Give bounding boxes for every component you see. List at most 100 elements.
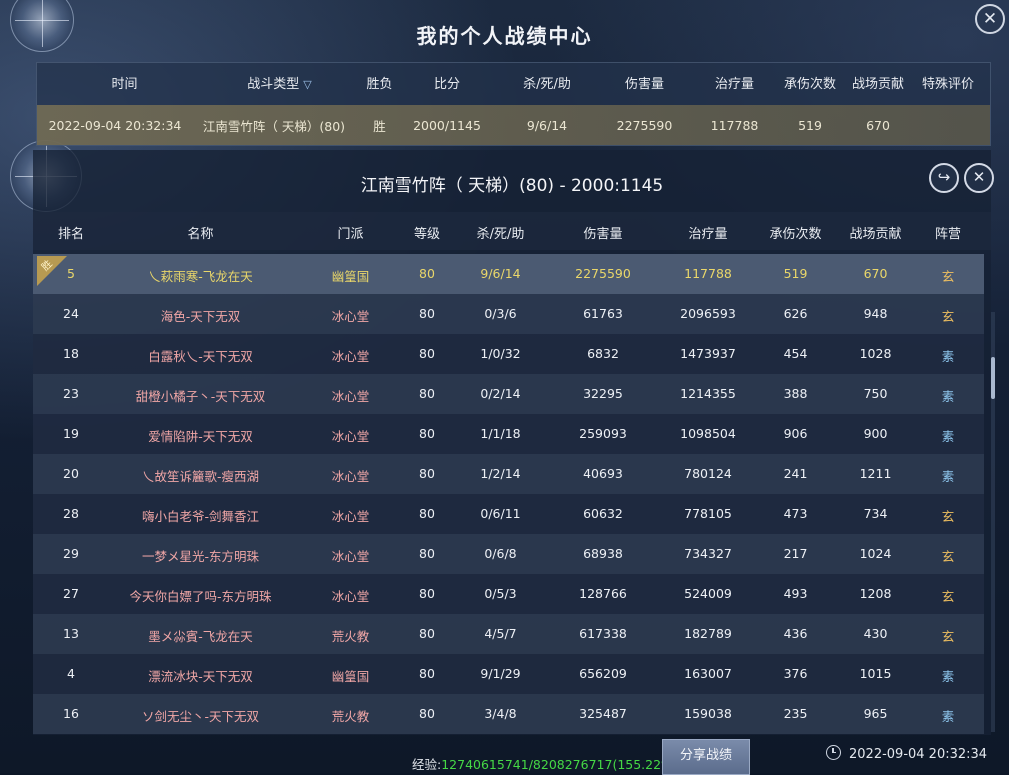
- cell-name: 乀故笙诉籭歌-瘦西湖: [141, 469, 259, 484]
- cell-damage: 40693: [583, 466, 623, 481]
- close-icon: ✕: [972, 168, 986, 186]
- cell-camp: 素: [941, 349, 955, 364]
- cell-hits: 626: [783, 306, 808, 321]
- cell-sect: 荒火教: [331, 629, 370, 644]
- col-result: 胜负: [366, 76, 393, 92]
- col-kda: 杀/死/助: [476, 227, 525, 242]
- row-score: 2000/1145: [413, 117, 481, 133]
- cell-sect: 冰心堂: [331, 549, 370, 564]
- cell-camp: 玄: [941, 589, 955, 604]
- col-name: 名称: [187, 227, 214, 242]
- cell-heal: 163007: [684, 666, 732, 681]
- col-battle-type[interactable]: 战斗类型 ▽: [232, 73, 327, 92]
- cell-camp: 玄: [941, 309, 955, 324]
- cell-rank: 4: [67, 666, 75, 681]
- history-table-header: 时间 战斗类型 ▽ 胜负 比分 杀/死/助 伤害量 治疗量 承伤次数 战场贡献 特…: [37, 63, 990, 101]
- table-row[interactable]: 20 乀故笙诉籭歌-瘦西湖 冰心堂 80 1/2/14 40693 780124 241 121…: [33, 454, 984, 494]
- cell-name: 甜橙小橘子丶-天下无双: [135, 389, 266, 404]
- col-hits-taken: 承伤次数: [783, 76, 836, 92]
- cell-contribution: 948: [863, 306, 888, 321]
- table-row[interactable]: 4 漂流冰块-天下无双 幽篁国 80 9/1/29 656209 163007 376 1015…: [33, 654, 984, 694]
- cell-rank: 29: [63, 546, 79, 561]
- chevron-down-icon: ▽: [303, 77, 312, 91]
- table-row[interactable]: 24 海色-天下无双 冰心堂 80 0/3/6 61763 2096593 626 948 玄: [33, 294, 984, 334]
- share-button-icon[interactable]: ↪: [929, 163, 959, 193]
- cell-damage: 259093: [579, 426, 627, 441]
- detail-close-button[interactable]: ✕: [964, 163, 994, 193]
- cell-kda: 0/6/8: [484, 546, 517, 561]
- share-record-button[interactable]: 分享战绩: [662, 739, 750, 775]
- cell-hits: 217: [783, 546, 808, 561]
- table-row[interactable]: 13 墨メ尛賓-飞龙在天 荒火教 80 4/5/7 617338 182789 436 430 玄: [33, 614, 984, 654]
- cell-damage: 61763: [583, 306, 623, 321]
- cell-rank: 27: [63, 586, 79, 601]
- timestamp-text: 2022-09-04 20:32:34: [849, 747, 988, 762]
- table-row[interactable]: 19 爱情陷阱-天下无双 冰心堂 80 1/1/18 259093 1098504 906 90…: [33, 414, 984, 454]
- cell-damage: 6832: [587, 346, 619, 361]
- cell-kda: 0/6/11: [480, 506, 521, 521]
- table-row[interactable]: 16 ソ剑无尘丶-天下无双 荒火教 80 3/4/8 325487 159038 235 965…: [33, 694, 984, 734]
- cell-level: 80: [419, 586, 435, 601]
- cell-name: 墨メ尛賓-飞龙在天: [148, 629, 253, 644]
- table-row[interactable]: 18 白露秋乀-天下无双 冰心堂 80 1/0/32 6832 1473937 454 1028…: [33, 334, 984, 374]
- cell-heal: 1473937: [680, 346, 736, 361]
- cell-contribution: 750: [863, 386, 888, 401]
- table-row[interactable]: 胜 5 乀萩雨寒-飞龙在天 幽篁国 80 9/6/14 2275590 117788 519 67…: [33, 254, 984, 294]
- history-table: 时间 战斗类型 ▽ 胜负 比分 杀/死/助 伤害量 治疗量 承伤次数 战场贡献 特…: [36, 62, 991, 146]
- cell-sect: 冰心堂: [331, 429, 370, 444]
- cell-damage: 32295: [583, 386, 623, 401]
- window-close-button[interactable]: ✕: [975, 4, 1005, 34]
- cell-damage: 128766: [579, 586, 627, 601]
- cell-heal: 778105: [684, 506, 732, 521]
- detail-title: 江南雪竹阵（ 天梯）(80) - 2000:1145: [360, 176, 664, 196]
- cell-camp: 素: [941, 709, 955, 724]
- cell-heal: 780124: [684, 466, 732, 481]
- history-table-row[interactable]: 2022-09-04 20:32:34 江南雪竹阵（ 天梯）(80) 胜 200…: [37, 105, 990, 145]
- table-row[interactable]: 29 一梦メ星光-东方明珠 冰心堂 80 0/6/8 68938 734327 217 1024…: [33, 534, 984, 574]
- cell-camp: 素: [941, 469, 955, 484]
- cell-damage: 617338: [579, 626, 627, 641]
- footer-timestamp: 2022-09-04 20:32:34: [826, 745, 987, 762]
- cell-heal: 2096593: [680, 306, 736, 321]
- cell-hits: 519: [783, 266, 808, 281]
- cell-level: 80: [419, 706, 435, 721]
- cell-contribution: 1211: [859, 466, 892, 481]
- cell-hits: 454: [783, 346, 808, 361]
- row-time: 2022-09-04 20:32:34: [48, 117, 182, 133]
- cell-rank: 24: [63, 306, 79, 321]
- window-title: 我的个人战绩中心: [416, 24, 593, 48]
- scrollbar-thumb[interactable]: [991, 357, 995, 399]
- cell-rank: 16: [63, 706, 79, 721]
- col-heal: 治疗量: [688, 227, 728, 242]
- share-icon: ↪: [937, 168, 951, 186]
- cell-name: 一梦メ星光-东方明珠: [141, 549, 259, 564]
- cell-hits: 388: [783, 386, 808, 401]
- cell-heal: 159038: [684, 706, 732, 721]
- cell-hits: 473: [783, 506, 808, 521]
- cell-sect: 荒火教: [331, 709, 370, 724]
- experience-label: 经验:: [412, 757, 442, 772]
- cell-heal: 734327: [684, 546, 732, 561]
- cell-kda: 1/1/18: [480, 426, 521, 441]
- cell-hits: 906: [783, 426, 808, 441]
- cell-name: 乀萩雨寒-飞龙在天: [148, 269, 253, 284]
- col-damage: 伤害量: [583, 227, 623, 242]
- col-damage: 伤害量: [624, 76, 664, 92]
- cell-contribution: 734: [863, 506, 888, 521]
- cell-camp: 玄: [941, 629, 955, 644]
- cell-sect: 冰心堂: [331, 469, 370, 484]
- col-score: 比分: [433, 76, 460, 92]
- cell-contribution: 1208: [859, 586, 892, 601]
- row-kda: 9/6/14: [526, 117, 568, 133]
- table-row[interactable]: 28 嗨小白老爷-剑舞香江 冰心堂 80 0/6/11 60632 778105 473 734…: [33, 494, 984, 534]
- table-row[interactable]: 23 甜橙小橘子丶-天下无双 冰心堂 80 0/2/14 32295 1214355 388 7…: [33, 374, 984, 414]
- scrollbar[interactable]: [991, 312, 995, 732]
- cell-contribution: 1028: [859, 346, 892, 361]
- cell-sect: 冰心堂: [331, 349, 370, 364]
- experience-value: 12740615741/8208276717(155.22%): [441, 757, 678, 772]
- col-camp: 阵营: [934, 227, 961, 242]
- cell-level: 80: [419, 466, 435, 481]
- cell-heal: 1214355: [680, 386, 736, 401]
- table-row[interactable]: 27 今天你白嫖了吗-东方明珠 冰心堂 80 0/5/3 128766 524009 493 1…: [33, 574, 984, 614]
- cell-name: ソ剑无尘丶-天下无双: [141, 709, 259, 724]
